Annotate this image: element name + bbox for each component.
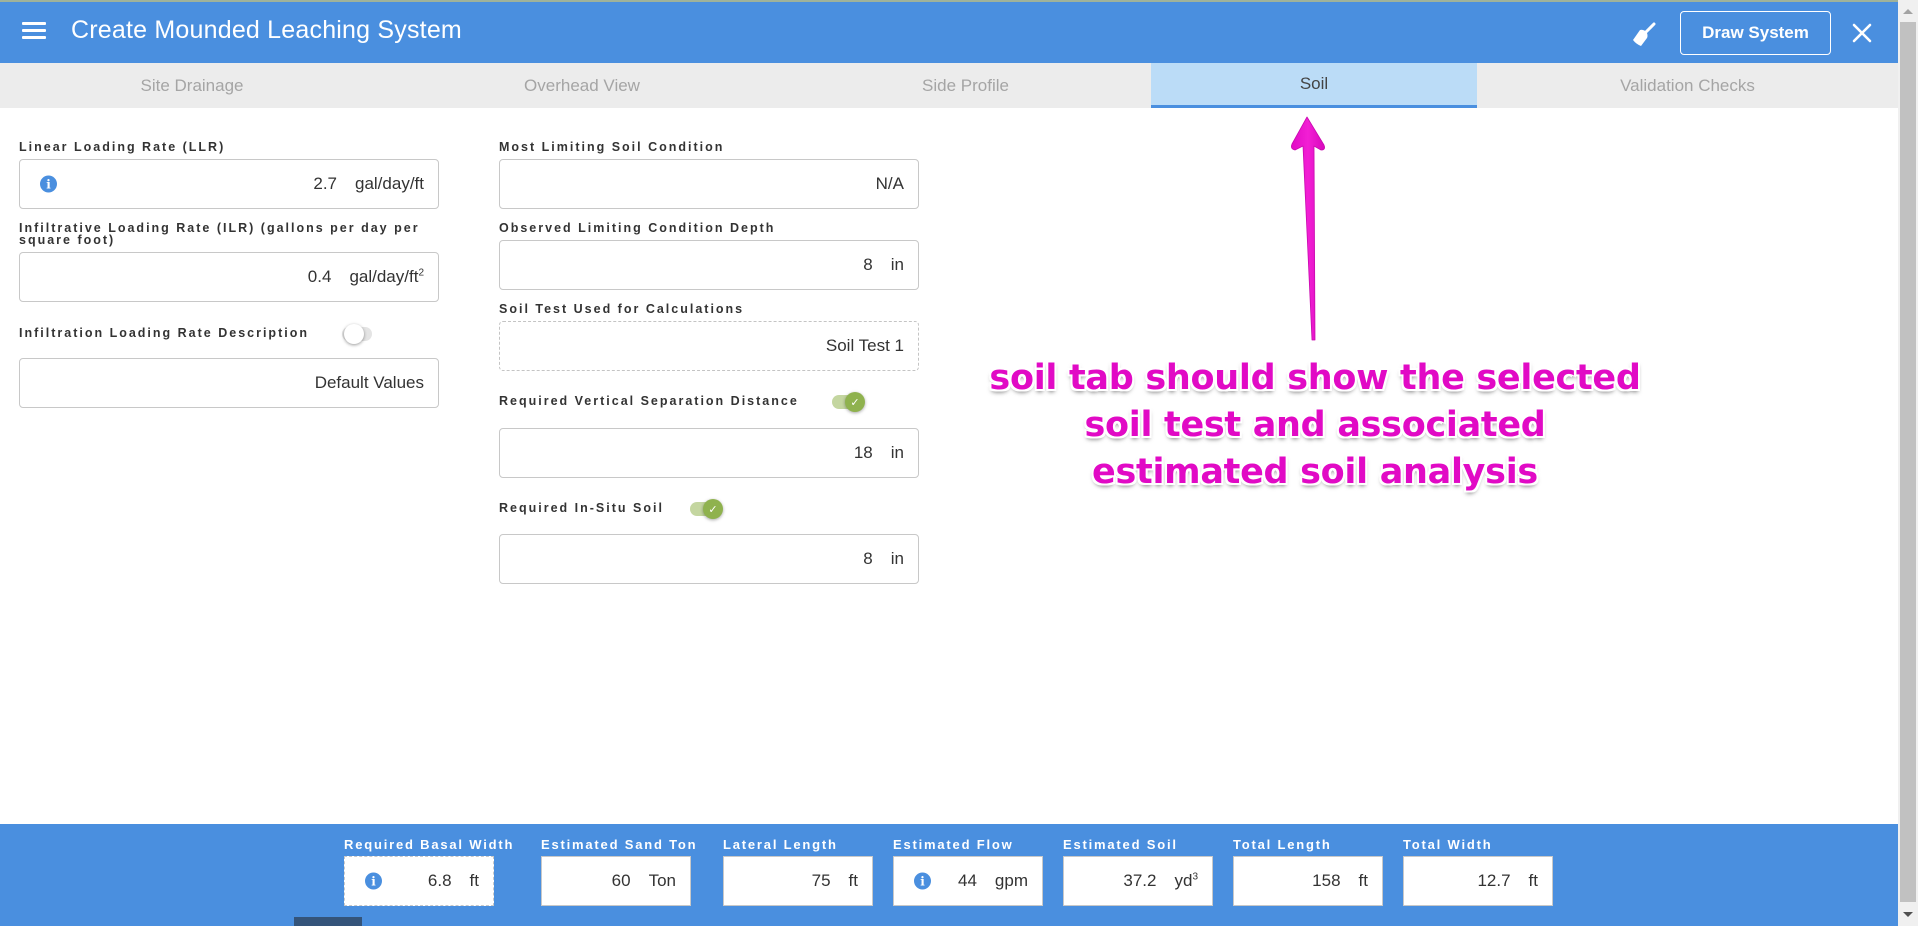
annotation-arrow-icon: [1291, 116, 1325, 341]
llr-field[interactable]: i 2.7 gal/day/ft: [19, 159, 439, 209]
llr-value: 2.7: [313, 174, 337, 193]
summary-value: 37.2: [1123, 871, 1157, 890]
close-icon[interactable]: [1850, 21, 1874, 45]
summary-unit: Ton: [648, 871, 676, 890]
ilr-description-value: Default Values: [314, 373, 424, 392]
summary-label: Total Width: [1403, 837, 1493, 852]
summary-value: 60: [611, 871, 631, 890]
limiting-condition-value: N/A: [875, 174, 904, 193]
info-icon[interactable]: i: [365, 872, 382, 890]
summary-label: Required Basal Width: [344, 837, 515, 852]
llr-unit: gal/day/ft: [355, 174, 424, 193]
check-icon: ✓: [703, 499, 723, 519]
llr-label: Linear Loading Rate (LLR): [19, 140, 226, 154]
draw-system-button[interactable]: Draw System: [1680, 11, 1831, 55]
limiting-depth-unit: in: [890, 255, 904, 274]
ilr-description-label: Infiltration Loading Rate Description: [19, 326, 309, 340]
summary-label: Estimated Sand Ton: [541, 837, 698, 852]
vertical-separation-field[interactable]: 18 in: [499, 428, 919, 478]
ilr-description-field[interactable]: Default Values: [19, 358, 439, 408]
tab-bar: Site Drainage Overhead View Side Profile…: [0, 63, 1898, 108]
tab-validation-checks[interactable]: Validation Checks: [1477, 63, 1898, 108]
summary-total-length-box: 158 ft: [1233, 856, 1383, 906]
limiting-condition-label: Most Limiting Soil Condition: [499, 140, 725, 154]
ilr-label: Infiltrative Loading Rate (ILR) (gallons…: [19, 221, 420, 247]
summary-unit: ft: [1528, 871, 1538, 890]
summary-value: 75: [811, 871, 831, 890]
summary-unit: ft: [848, 871, 858, 890]
hamburger-menu-icon[interactable]: [22, 22, 46, 42]
summary-label: Total Length: [1233, 837, 1332, 852]
summary-bar: Required Basal Width i 6.8 ft Estimated …: [0, 824, 1898, 926]
vertical-scrollbar[interactable]: [1898, 0, 1918, 926]
ilr-description-toggle[interactable]: [342, 324, 372, 344]
limiting-depth-label: Observed Limiting Condition Depth: [499, 221, 776, 235]
summary-value: 158: [1312, 871, 1341, 890]
tab-side-profile[interactable]: Side Profile: [780, 63, 1151, 108]
vertical-separation-unit: in: [890, 443, 904, 462]
limiting-depth-field[interactable]: 8 in: [499, 240, 919, 290]
vertical-separation-toggle[interactable]: ✓: [832, 392, 865, 412]
annotation-text: soil tab should show the selected soil t…: [989, 358, 1641, 492]
limiting-condition-field[interactable]: N/A: [499, 159, 919, 209]
soil-test-value: Soil Test 1: [825, 336, 904, 355]
ilr-unit: gal/day/ft2: [349, 267, 424, 286]
scroll-up-arrow-icon[interactable]: [1903, 9, 1913, 14]
summary-label: Estimated Soil: [1063, 837, 1178, 852]
in-situ-soil-label: Required In-Situ Soil: [499, 501, 664, 515]
soil-test-field: Soil Test 1: [499, 321, 919, 371]
in-situ-soil-unit: in: [890, 549, 904, 568]
tab-overhead-view[interactable]: Overhead View: [384, 63, 780, 108]
summary-unit: gpm: [994, 871, 1028, 890]
limiting-depth-value: 8: [863, 255, 873, 274]
in-situ-soil-toggle[interactable]: ✓: [690, 499, 723, 519]
summary-value: 12.7: [1477, 871, 1511, 890]
summary-label: Estimated Flow: [893, 837, 1014, 852]
ilr-field[interactable]: 0.4 gal/day/ft2: [19, 252, 439, 302]
summary-unit: ft: [1358, 871, 1368, 890]
in-situ-soil-value: 8: [863, 549, 873, 568]
info-icon[interactable]: i: [914, 872, 931, 890]
summary-basal-width-box: i 6.8 ft: [344, 856, 494, 906]
summary-total-width-box: 12.7 ft: [1403, 856, 1553, 906]
summary-label: Lateral Length: [723, 837, 838, 852]
bottom-handle[interactable]: [294, 917, 362, 926]
vertical-separation-label: Required Vertical Separation Distance: [499, 394, 799, 408]
page-title: Create Mounded Leaching System: [71, 16, 462, 44]
tab-site-drainage[interactable]: Site Drainage: [0, 63, 384, 108]
summary-unit: ft: [469, 871, 479, 890]
ilr-value: 0.4: [307, 267, 332, 286]
summary-unit: yd3: [1174, 871, 1198, 890]
summary-estimated-soil-box: 37.2 yd3: [1063, 856, 1213, 906]
check-icon: ✓: [845, 392, 865, 412]
info-icon[interactable]: i: [40, 175, 57, 193]
app-header: Create Mounded Leaching System Draw Syst…: [0, 0, 1898, 63]
in-situ-soil-field[interactable]: 8 in: [499, 534, 919, 584]
summary-estimated-flow-box: i 44 gpm: [893, 856, 1043, 906]
summary-value: 6.8: [427, 871, 452, 890]
summary-value: 44: [958, 871, 977, 890]
scroll-thumb[interactable]: [1900, 22, 1916, 902]
summary-sand-ton-box: 60 Ton: [541, 856, 691, 906]
soil-test-label: Soil Test Used for Calculations: [499, 302, 745, 316]
tab-soil[interactable]: Soil: [1151, 63, 1477, 108]
broom-icon[interactable]: [1630, 20, 1658, 48]
scroll-down-arrow-icon[interactable]: [1903, 912, 1913, 917]
summary-lateral-length-box: 75 ft: [723, 856, 873, 906]
vertical-separation-value: 18: [853, 443, 873, 462]
